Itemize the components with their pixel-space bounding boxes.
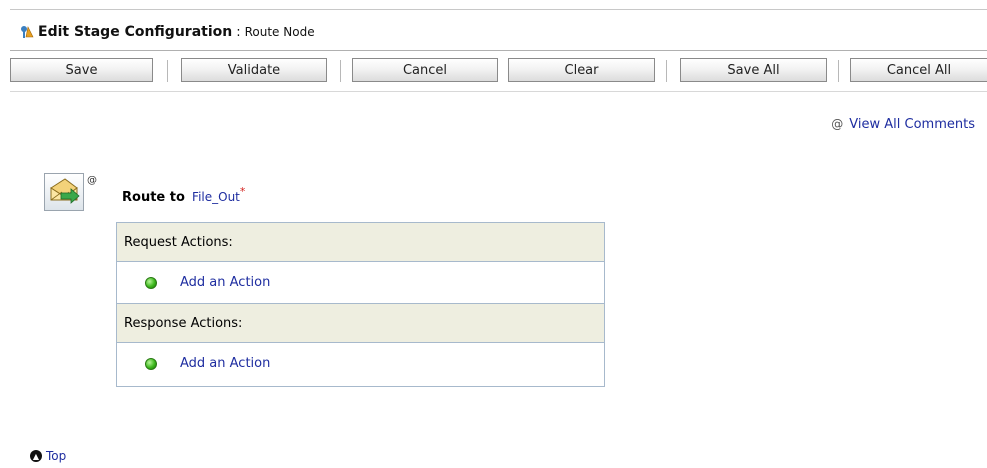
- response-actions-header: Response Actions:: [117, 304, 604, 342]
- top-link-label[interactable]: Top: [46, 449, 66, 463]
- stage-config-icon: [21, 26, 34, 38]
- top-divider: [10, 9, 987, 10]
- page-header: Edit Stage Configuration : Route Node: [20, 22, 315, 42]
- top-link[interactable]: ▲ Top: [30, 449, 66, 463]
- toolbar-separator: [167, 60, 168, 82]
- route-target-link[interactable]: File_Out: [192, 190, 240, 204]
- node-comment-marker[interactable]: @: [87, 175, 97, 186]
- actions-table: Request Actions: Add an Action Response …: [116, 222, 605, 387]
- at-icon: @: [831, 117, 844, 131]
- response-action-row: Add an Action: [117, 343, 604, 384]
- response-add-action-link[interactable]: Add an Action: [180, 356, 270, 371]
- route-label: Route to: [122, 190, 185, 205]
- save-button[interactable]: Save: [10, 58, 153, 82]
- toolbar-top-border: [10, 50, 987, 51]
- save-all-button[interactable]: Save All: [680, 58, 827, 82]
- green-dot-icon: [145, 357, 157, 370]
- request-actions-header: Request Actions:: [117, 223, 604, 261]
- toolbar-separator: [340, 60, 341, 82]
- request-add-action-link[interactable]: Add an Action: [180, 275, 270, 290]
- request-action-row: Add an Action: [117, 262, 604, 303]
- view-all-comments[interactable]: @ View All Comments: [831, 117, 975, 132]
- clear-button[interactable]: Clear: [508, 58, 655, 82]
- toolbar-separator: [838, 60, 839, 82]
- toolbar-separator: [666, 60, 667, 82]
- route-row: Route to File_Out*: [122, 185, 245, 205]
- envelope-graphic: [50, 178, 80, 204]
- view-all-comments-link[interactable]: View All Comments: [849, 117, 975, 132]
- cancel-all-button[interactable]: Cancel All: [850, 58, 987, 82]
- required-marker: *: [239, 185, 246, 198]
- route-envelope-icon[interactable]: [44, 173, 84, 211]
- toolbar-bottom-border: [10, 91, 987, 92]
- up-arrow-circle-icon: ▲: [30, 450, 42, 462]
- page-subtitle: Route Node: [244, 25, 315, 39]
- cancel-button[interactable]: Cancel: [352, 58, 498, 82]
- green-dot-icon: [145, 276, 157, 289]
- validate-button[interactable]: Validate: [181, 58, 327, 82]
- title-separator: :: [236, 24, 241, 40]
- page-title: Edit Stage Configuration: [38, 24, 233, 40]
